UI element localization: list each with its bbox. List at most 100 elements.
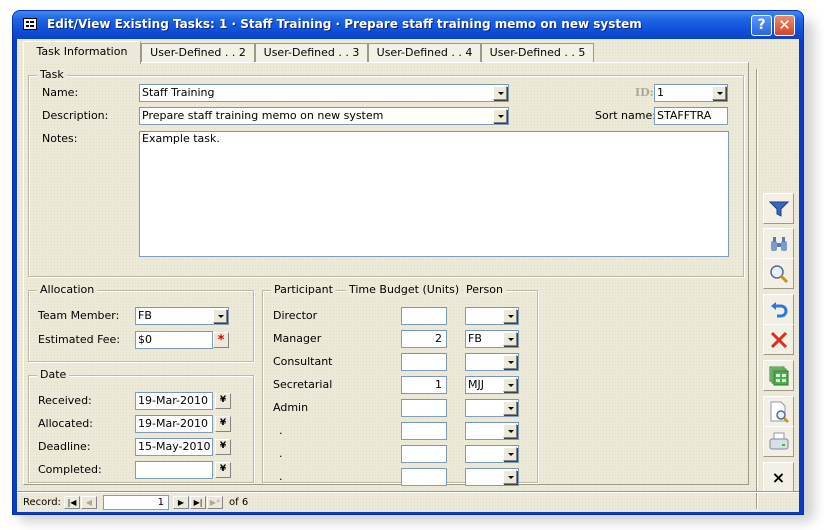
- time-budget-field[interactable]: [401, 445, 447, 463]
- toolbar-separator: [756, 69, 758, 509]
- undo-button[interactable]: [763, 294, 794, 325]
- participant-label: .: [279, 424, 283, 437]
- allocation-legend: Allocation: [37, 283, 98, 297]
- date-group: Date Received: 19-Mar-2010 ¥ Allocated: …: [28, 368, 254, 483]
- close-button[interactable]: ✕: [774, 15, 795, 36]
- binoculars-icon: [769, 235, 789, 253]
- person-dropdown-button[interactable]: [503, 401, 517, 415]
- deadline-calendar-button[interactable]: ¥: [215, 439, 231, 455]
- person-dropdown-button[interactable]: [503, 332, 517, 346]
- description-label: Description:: [42, 109, 109, 122]
- last-record-button[interactable]: ▶|: [190, 496, 206, 509]
- team-member-value: FB: [138, 309, 152, 322]
- person-dropdown-button[interactable]: [503, 424, 517, 438]
- tab-user-defined-2[interactable]: User-Defined . . 2: [141, 43, 255, 62]
- completed-calendar-button[interactable]: ¥: [215, 462, 231, 478]
- records-button[interactable]: [763, 360, 794, 391]
- previous-record-button[interactable]: ◀: [81, 496, 97, 509]
- notes-label: Notes:: [42, 132, 78, 145]
- time-budget-field[interactable]: [401, 353, 447, 371]
- task-information-panel: Task Name: Staff Training Description: P…: [23, 62, 749, 486]
- name-combobox[interactable]: Staff Training: [139, 84, 509, 102]
- form-body: Task Information User-Defined . . 2 User…: [17, 39, 799, 512]
- estimated-fee-field[interactable]: $0: [135, 331, 213, 349]
- magnifier-button[interactable]: [763, 258, 794, 289]
- delete-icon: [769, 330, 789, 350]
- tab-task-information[interactable]: Task Information: [23, 41, 141, 64]
- help-button[interactable]: ?: [751, 15, 772, 36]
- person-dropdown-button[interactable]: [503, 378, 517, 392]
- form-icon: [23, 18, 37, 30]
- estimated-fee-value: $0: [138, 333, 152, 346]
- notes-value: Example task.: [142, 132, 220, 145]
- person-legend: Person: [463, 283, 506, 297]
- participant-legend: Participant: [271, 283, 336, 297]
- delete-button[interactable]: [763, 324, 794, 355]
- print-preview-icon: [768, 401, 790, 423]
- deadline-value: 15-May-2010: [138, 440, 211, 453]
- help-icon: ?: [757, 17, 766, 33]
- participant-label: Director: [273, 309, 318, 322]
- next-record-button[interactable]: ▶: [173, 496, 189, 509]
- allocated-calendar-button[interactable]: ¥: [215, 416, 231, 432]
- time-budget-field[interactable]: [401, 422, 447, 440]
- description-value: Prepare staff training memo on new syste…: [142, 109, 384, 122]
- participant-label: Consultant: [273, 355, 333, 368]
- filter-button[interactable]: [763, 193, 794, 224]
- new-record-button[interactable]: ▶*: [207, 496, 223, 509]
- team-member-dropdown-button[interactable]: [213, 309, 227, 323]
- undo-icon: [769, 300, 789, 320]
- close-form-icon: ×: [771, 468, 786, 487]
- participant-label: Admin: [273, 401, 309, 414]
- person-dropdown-button[interactable]: [503, 470, 517, 484]
- tab-user-defined-5[interactable]: User-Defined . . 5: [481, 43, 594, 62]
- sort-name-field[interactable]: STAFFTRA: [654, 107, 728, 125]
- received-date-field[interactable]: 19-Mar-2010: [135, 392, 213, 410]
- binoculars-button[interactable]: [763, 228, 794, 259]
- magnifier-icon: [769, 264, 789, 284]
- participant-label: .: [279, 447, 283, 460]
- time-budget-legend: Time Budget (Units): [346, 283, 463, 297]
- printer-icon: [768, 432, 790, 452]
- record-count: of 6: [229, 497, 249, 508]
- close-form-button[interactable]: ×: [763, 462, 794, 493]
- allocation-group: Allocation Team Member: FB Estimated Fee…: [28, 283, 254, 362]
- description-dropdown-button[interactable]: [493, 109, 507, 123]
- id-dropdown-button[interactable]: [712, 86, 726, 100]
- participant-label: Secretarial: [273, 378, 333, 391]
- notes-textarea[interactable]: Example task.: [139, 131, 729, 257]
- person-dropdown-button[interactable]: [503, 309, 517, 323]
- name-value: Staff Training: [142, 86, 215, 99]
- person-dropdown-button[interactable]: [503, 447, 517, 461]
- name-label: Name:: [42, 86, 79, 99]
- print-preview-button[interactable]: [763, 396, 794, 427]
- time-budget-field[interactable]: [401, 307, 447, 325]
- participant-label: Manager: [273, 332, 322, 345]
- received-value: 19-Mar-2010: [138, 394, 208, 407]
- person-dropdown-button[interactable]: [503, 355, 517, 369]
- completed-date-field[interactable]: [135, 461, 213, 479]
- first-record-button[interactable]: |◀: [64, 496, 80, 509]
- deadline-date-field[interactable]: 15-May-2010: [135, 438, 213, 456]
- participants-group: Participant Time Budget (Units) Person D…: [262, 283, 538, 486]
- time-budget-field[interactable]: [401, 399, 447, 417]
- received-calendar-button[interactable]: ¥: [215, 393, 231, 409]
- time-budget-field[interactable]: 2: [401, 330, 447, 348]
- printer-button[interactable]: [763, 426, 794, 457]
- records-icon: [768, 365, 790, 387]
- title-bar[interactable]: Edit/View Existing Tasks: 1 · Staff Trai…: [13, 11, 803, 39]
- description-combobox[interactable]: Prepare staff training memo on new syste…: [139, 107, 509, 125]
- received-label: Received:: [38, 394, 92, 407]
- sort-name-label: Sort name:: [595, 109, 656, 122]
- tab-user-defined-4[interactable]: User-Defined . . 4: [368, 43, 481, 62]
- id-value: 1: [657, 86, 664, 99]
- time-budget-field[interactable]: [401, 468, 447, 486]
- task-legend: Task: [37, 68, 67, 82]
- required-marker-button[interactable]: *: [213, 332, 229, 348]
- current-record-field[interactable]: 1: [103, 495, 169, 510]
- tab-user-defined-3[interactable]: User-Defined . . 3: [255, 43, 368, 62]
- time-budget-field[interactable]: 1: [401, 376, 447, 394]
- name-dropdown-button[interactable]: [493, 86, 507, 100]
- window-title: Edit/View Existing Tasks: 1 · Staff Trai…: [47, 17, 642, 31]
- allocated-date-field[interactable]: 19-Mar-2010: [135, 415, 213, 433]
